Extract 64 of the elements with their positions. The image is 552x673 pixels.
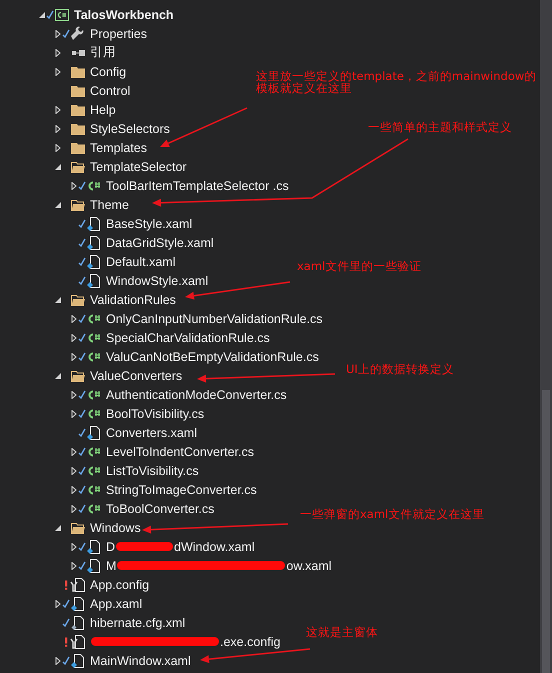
redaction-mark [116, 542, 174, 551]
warning-icon [62, 580, 70, 590]
tree-item-label[interactable]: AuthenticationModeConverter.cs [106, 388, 287, 402]
tree-item-label[interactable]: Default.xaml [106, 254, 176, 268]
project-icon [54, 6, 70, 22]
xaml-file-icon [70, 596, 86, 612]
annotation-note: 这里放一些定义的template，之前的mainwindow的模板就定义在这里 [256, 70, 538, 94]
tree-item-label[interactable]: ToBoolConverter.cs [106, 502, 214, 516]
tree-item-label[interactable]: TemplateSelector [90, 160, 187, 174]
check-icon [78, 180, 86, 190]
annotation-note: 这就是主窗体 [306, 626, 378, 638]
annotation-note: 一些简单的主题和样式定义 [368, 121, 512, 133]
check-icon [62, 656, 70, 666]
tree-item-label[interactable]: Theme [90, 198, 129, 212]
xml-file-icon [70, 614, 86, 630]
tree-item-label[interactable]: Help [90, 102, 116, 116]
scrollbar-thumb[interactable] [542, 390, 550, 673]
tree-item-label[interactable]: ValuCanNotBeEmptyValidationRule.cs [106, 350, 319, 364]
annotation-note: UI上的数据转换定义 [346, 363, 454, 375]
tree-item-label[interactable]: App.config [90, 578, 150, 592]
annotation-note: xaml文件里的一些验证 [297, 260, 422, 272]
tree-item-label[interactable]: Control [90, 84, 130, 98]
xaml-file-icon [70, 652, 86, 668]
tree-item-label[interactable]: ValueConverters [90, 368, 182, 382]
tree-item-label[interactable]: .exe.config [220, 634, 280, 648]
tree-item-label[interactable]: App.xaml [90, 596, 142, 610]
tree-item-label[interactable]: StringToImageConverter.cs [106, 482, 257, 496]
tree-item-label[interactable]: BaseStyle.xaml [106, 216, 192, 230]
config-file-icon [70, 576, 86, 592]
tree-item-label[interactable]: StyleSelectors [90, 122, 170, 136]
tree-item-label[interactable]: Windows [90, 520, 141, 534]
xaml-file-icon [86, 254, 102, 270]
xaml-file-icon [86, 538, 102, 554]
xaml-file-icon [86, 234, 102, 250]
wrench-icon [70, 26, 86, 42]
tree-item-label[interactable]: 引用 [90, 44, 116, 61]
tree-item-label[interactable]: Converters.xaml [106, 426, 197, 440]
tree-item-label[interactable]: dWindow.xaml [174, 540, 255, 554]
tree-item-label[interactable]: Templates [90, 140, 147, 154]
tree-item-label[interactable]: Config [90, 64, 126, 78]
tree-item-label[interactable]: ListToVisibility.cs [106, 464, 199, 478]
tree-item-label[interactable]: WindowStyle.xaml [106, 274, 208, 288]
annotation-note: 一些弹窗的xaml文件就定义在这里 [300, 508, 484, 520]
tree-item-label[interactable]: M [106, 558, 116, 572]
xaml-file-icon [86, 558, 102, 574]
xaml-file-icon [86, 272, 102, 288]
tree-item-label[interactable]: OnlyCanInputNumberValidationRule.cs [106, 312, 323, 326]
tree-item-label[interactable]: Properties [90, 26, 147, 40]
tree-item-label[interactable]: SpecialCharValidationRule.cs [106, 330, 270, 344]
xaml-file-icon [86, 424, 102, 440]
tree-item-label[interactable]: TalosWorkbench [74, 8, 174, 22]
warning-icon [62, 636, 70, 646]
tree-item-label[interactable]: hibernate.cfg.xml [90, 616, 186, 630]
tree-item-label[interactable]: ToolBarItemTemplateSelector .cs [106, 178, 289, 192]
tree-item-label[interactable]: BoolToVisibility.cs [106, 406, 204, 420]
tree-item-label[interactable]: MainWindow.xaml [90, 654, 191, 668]
xaml-file-icon [86, 216, 102, 232]
tree-item-label[interactable]: LevelToIndentConverter.cs [106, 444, 254, 458]
scrollbar[interactable] [540, 0, 552, 673]
tree-item-label[interactable]: DataGridStyle.xaml [106, 236, 214, 250]
config-file-icon [70, 634, 86, 650]
tree-item-label[interactable]: ValidationRules [90, 292, 176, 306]
tree-item-label[interactable]: D [106, 540, 116, 554]
tree-item-label[interactable]: ow.xaml [286, 558, 332, 572]
